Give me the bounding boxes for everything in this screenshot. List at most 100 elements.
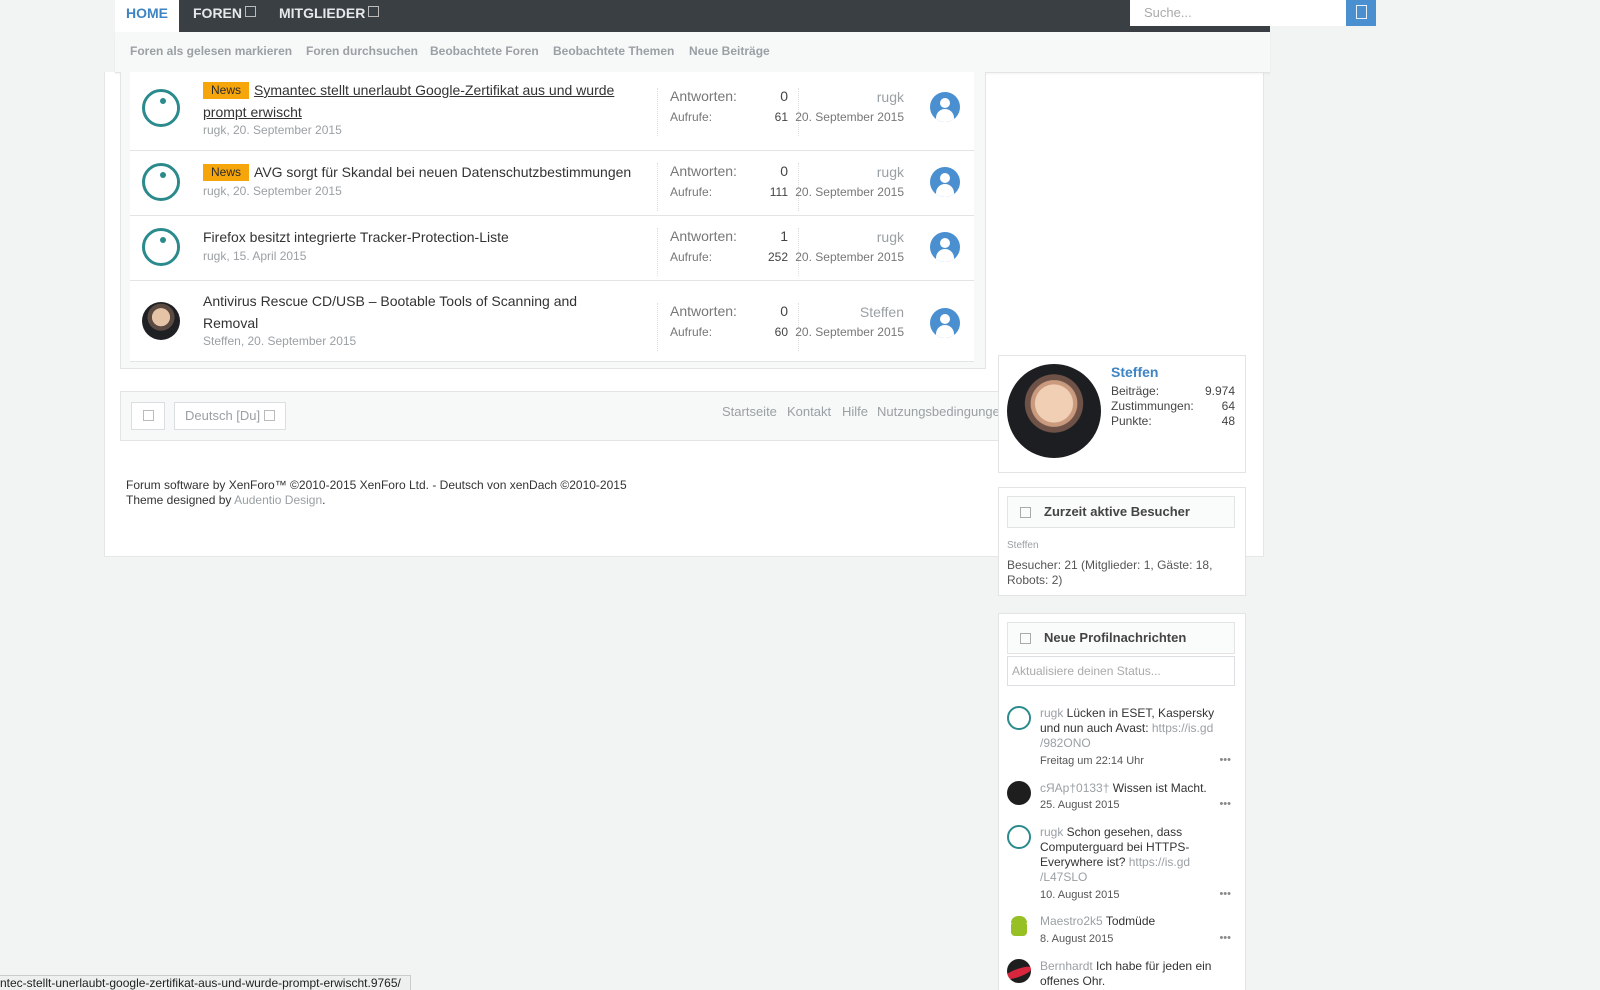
tab-mitglieder[interactable]: MITGLIEDER	[279, 0, 380, 32]
online-summary: Besucher: 21 (Mitglieder: 1, Gäste: 18, …	[1007, 558, 1213, 587]
thread-title[interactable]: News Symantec stellt unerlaubt Google-Zer…	[203, 79, 614, 101]
thread-author[interactable]: rugk	[203, 123, 226, 137]
more-icon[interactable]: •••	[1219, 798, 1231, 810]
visitor-stat: Punkte: 48	[1111, 414, 1235, 428]
thread-row: News AVG sorgt für Skandal bei neuen Date…	[130, 151, 974, 216]
footer-bar: Deutsch [Du] Startseite Kontakt Hilfe Nu…	[120, 391, 1007, 441]
last-post-date[interactable]: 20. September 2015	[795, 325, 904, 339]
style-icon	[142, 410, 154, 421]
thread-title[interactable]: News AVG sorgt für Skandal bei neuen Date…	[203, 161, 631, 183]
post-date[interactable]: Freitag um 22:14 Uhr	[1040, 755, 1144, 767]
tab-foren[interactable]: FOREN	[193, 0, 256, 32]
theme-designer-link[interactable]: Audentio Design	[234, 493, 322, 507]
post-link[interactable]: https://is.gd	[1152, 721, 1213, 735]
last-post-user[interactable]: rugk	[877, 229, 904, 245]
thread-author[interactable]: Steffen	[203, 334, 241, 348]
dropdown-icon	[368, 6, 380, 17]
news-badge: News	[203, 164, 250, 181]
user-icon[interactable]	[930, 308, 960, 338]
post-author[interactable]: rugk	[1040, 825, 1063, 839]
search-input[interactable]: Suche...	[1130, 0, 1346, 26]
post-author[interactable]: Maestro2k5	[1040, 914, 1103, 928]
more-icon[interactable]: •••	[1219, 932, 1231, 944]
thread-title[interactable]: Firefox besitzt integrierte Tracker-Prot…	[203, 226, 509, 248]
online-member[interactable]: Steffen	[1007, 540, 1039, 551]
visitor-name[interactable]: Steffen	[1111, 364, 1158, 380]
new-posts-link[interactable]: Neue Beiträge	[689, 44, 770, 58]
status-input[interactable]: Aktualisiere deinen Status...	[1007, 656, 1235, 686]
last-post-date[interactable]: 20. September 2015	[795, 185, 904, 199]
sub-navigation: Foren als gelesen markieren Foren durchs…	[115, 32, 1270, 73]
thread-author[interactable]: rugk	[203, 249, 226, 263]
tab-foren-label: FOREN	[193, 5, 242, 21]
watched-forums-link[interactable]: Beobachtete Foren	[430, 44, 539, 58]
thread-title[interactable]: Antivirus Rescue CD/USB – Bootable Tools…	[203, 290, 577, 312]
online-visitors-panel: Zurzeit aktive Besucher Steffen Besucher…	[998, 487, 1246, 596]
footer-link-kontakt[interactable]: Kontakt	[787, 404, 831, 419]
user-avatar[interactable]	[142, 228, 180, 266]
visitor-avatar[interactable]	[1007, 364, 1101, 458]
more-icon[interactable]: •••	[1219, 888, 1231, 900]
thread-title-cont[interactable]: prompt erwischt	[203, 101, 302, 123]
user-avatar[interactable]	[1007, 825, 1031, 849]
language-chooser-button[interactable]: Deutsch [Du]	[174, 402, 286, 430]
mark-forums-read-link[interactable]: Foren als gelesen markieren	[130, 44, 292, 58]
post-link[interactable]: https://is.gd	[1129, 855, 1190, 869]
profile-posts-header[interactable]: Neue Profilnachrichten	[1007, 622, 1235, 654]
user-icon[interactable]	[930, 167, 960, 197]
post-author[interactable]: rugk	[1040, 706, 1063, 720]
last-post-user[interactable]: rugk	[877, 89, 904, 105]
view-count: 111	[769, 185, 788, 199]
tab-home-label: HOME	[126, 5, 168, 21]
footer-link-hilfe[interactable]: Hilfe	[842, 404, 868, 419]
last-post-user[interactable]: rugk	[877, 164, 904, 180]
post-author[interactable]: cЯAp†0133†	[1040, 781, 1109, 795]
user-avatar[interactable]	[1007, 781, 1031, 805]
watched-threads-link[interactable]: Beobachtete Themen	[553, 44, 674, 58]
profile-posts-panel: Neue Profilnachrichten Aktualisiere dein…	[998, 613, 1246, 990]
user-icon[interactable]	[930, 92, 960, 122]
browser-status-bar: ntec-stellt-unerlaubt-google-zertifikat-…	[0, 975, 411, 990]
comments-icon	[1020, 633, 1031, 644]
reply-count: 1	[780, 228, 788, 244]
user-avatar[interactable]	[142, 89, 180, 127]
thread-stats: Antworten: 0 Aufrufe: 60	[657, 303, 799, 351]
search-icon	[1356, 5, 1367, 19]
more-icon[interactable]: •••	[1219, 754, 1231, 766]
post-date[interactable]: 8. August 2015	[1040, 933, 1113, 945]
view-count: 61	[774, 110, 788, 124]
user-avatar[interactable]	[1007, 959, 1031, 983]
post-date[interactable]: 25. August 2015	[1040, 799, 1120, 811]
visitor-stat: Beiträge: 9.974	[1111, 384, 1235, 398]
thread-stats: Antworten: 1 Aufrufe: 252	[657, 228, 799, 276]
thread-title-cont[interactable]: Removal	[203, 312, 258, 334]
post-author[interactable]: Bernhardt	[1040, 959, 1093, 973]
thread-row: Firefox besitzt integrierte Tracker-Prot…	[130, 216, 974, 281]
user-avatar[interactable]	[142, 163, 180, 201]
user-avatar[interactable]	[1007, 914, 1031, 938]
search-button[interactable]	[1346, 0, 1376, 26]
copyright: Forum software by XenForo™ ©2010-2015 Xe…	[126, 478, 627, 507]
user-avatar[interactable]	[1007, 706, 1031, 730]
user-avatar[interactable]	[142, 302, 180, 340]
thread-meta: rugk, 20. September 2015	[203, 184, 342, 198]
thread-row: Antivirus Rescue CD/USB – Bootable Tools…	[130, 281, 974, 362]
main-navigation: HOME FOREN MITGLIEDER Suche...	[115, 0, 1376, 32]
user-icon[interactable]	[930, 232, 960, 262]
thread-author[interactable]: rugk	[203, 184, 226, 198]
footer-link-terms[interactable]: Nutzungsbedingungen	[877, 404, 1007, 419]
style-chooser-button[interactable]	[131, 402, 165, 430]
news-badge: News	[203, 82, 250, 99]
last-post-date[interactable]: 20. September 2015	[795, 250, 904, 264]
dropdown-icon	[245, 6, 256, 17]
online-visitors-header[interactable]: Zurzeit aktive Besucher	[1007, 496, 1235, 528]
footer-link-startseite[interactable]: Startseite	[722, 404, 777, 419]
visitor-panel: Steffen Beiträge: 9.974 Zustimmungen: 64 P…	[998, 355, 1246, 473]
search-forums-link[interactable]: Foren durchsuchen	[306, 44, 418, 58]
thread-stats: Antworten: 0 Aufrufe: 61	[657, 88, 799, 136]
post-date[interactable]: 10. August 2015	[1040, 889, 1120, 901]
tab-mitglieder-label: MITGLIEDER	[279, 5, 366, 21]
last-post-user[interactable]: Steffen	[860, 304, 904, 320]
last-post-date[interactable]: 20. September 2015	[795, 110, 904, 124]
tab-home[interactable]: HOME	[115, 0, 179, 32]
